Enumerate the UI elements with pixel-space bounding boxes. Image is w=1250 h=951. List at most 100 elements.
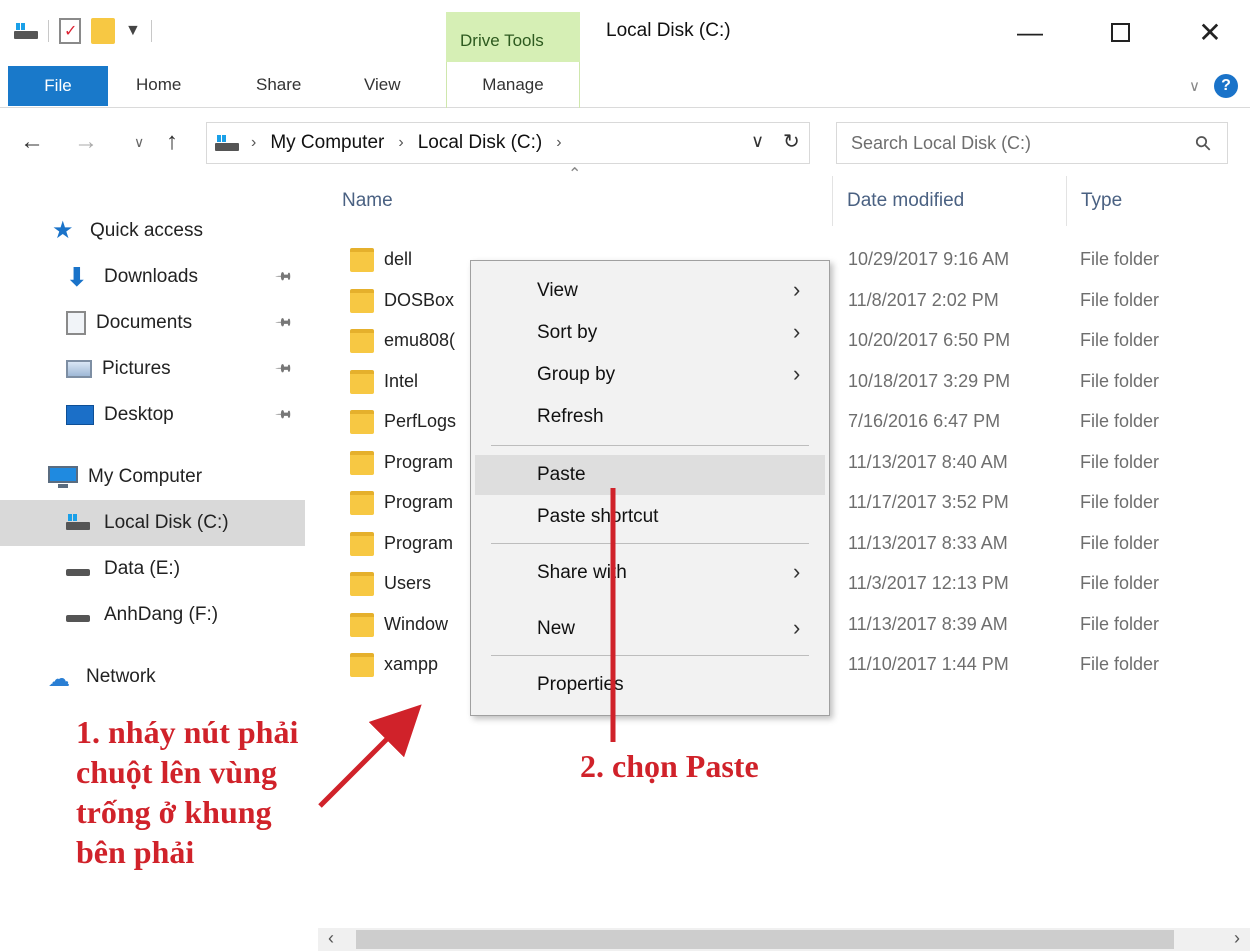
file-type: File folder: [1080, 492, 1160, 512]
toolbar-separator: [150, 20, 152, 42]
context-menu-item-paste-shortcut[interactable]: Paste shortcut: [475, 497, 825, 537]
tab-file[interactable]: File: [8, 66, 108, 106]
context-menu-item-properties[interactable]: Properties: [475, 665, 825, 705]
file-type: File folder: [1080, 573, 1160, 593]
context-menu-item-view[interactable]: View ›: [475, 271, 825, 311]
folder-icon: [350, 612, 374, 637]
properties-icon[interactable]: [59, 18, 81, 44]
up-arrow-icon[interactable]: ↑: [166, 128, 178, 156]
context-menu-item-new[interactable]: New ›: [475, 609, 825, 649]
breadcrumb-separator-icon[interactable]: ›: [556, 134, 561, 152]
nav-data-e[interactable]: Data (E:): [0, 546, 305, 592]
address-bar[interactable]: › My Computer › Local Disk (C:) › ∨ ↻: [206, 122, 810, 164]
help-icon[interactable]: ?: [1214, 74, 1238, 98]
pictures-icon: [66, 360, 92, 378]
context-menu-item-share-with[interactable]: Share with ›: [475, 553, 825, 593]
back-arrow-icon[interactable]: ←: [20, 128, 44, 156]
menu-item-label: Sort by: [537, 322, 598, 343]
file-date-modified: 10/20/2017 6:50 PM: [848, 330, 1011, 350]
maximize-icon: [1110, 22, 1130, 42]
horizontal-scrollbar[interactable]: ‹ ›: [318, 928, 1250, 951]
drive-icon: [215, 135, 239, 151]
tab-share[interactable]: Share: [256, 62, 301, 108]
context-menu-item-sort-by[interactable]: Sort by ›: [475, 313, 825, 353]
menu-item-label: New: [537, 618, 576, 639]
expand-ribbon-icon[interactable]: ∨: [1189, 77, 1200, 95]
nav-downloads[interactable]: ⬇ Downloads 🖈: [0, 254, 305, 300]
search-icon[interactable]: ⚲: [1190, 129, 1218, 157]
breadcrumb-my-computer[interactable]: My Computer: [270, 132, 384, 154]
menu-item-label: Share with: [537, 562, 627, 583]
file-date-modified: 7/16/2016 6:47 PM: [848, 411, 1001, 431]
minimize-button[interactable]: —: [1006, 12, 1054, 52]
tab-view[interactable]: View: [364, 62, 401, 108]
nav-desktop[interactable]: Desktop 🖈: [0, 392, 305, 438]
annotation-step-1: 1. nháy nút phải chuột lên vùng trống ở …: [76, 712, 406, 872]
context-menu-item-refresh[interactable]: Refresh: [475, 397, 825, 437]
pin-icon[interactable]: 🖈: [269, 355, 296, 382]
system-drive-icon: [66, 512, 94, 534]
maximize-button[interactable]: [1096, 12, 1144, 52]
new-folder-icon[interactable]: [91, 18, 115, 44]
computer-icon: [48, 466, 78, 488]
submenu-arrow-icon: ›: [793, 615, 801, 640]
column-header-type[interactable]: Type: [1066, 176, 1250, 226]
menu-item-label: Paste shortcut: [537, 506, 659, 527]
nav-my-computer[interactable]: My Computer: [0, 454, 305, 500]
context-menu-item-paste[interactable]: Paste: [475, 455, 825, 495]
quick-access-toolbar: ▼: [14, 18, 152, 44]
close-button[interactable]: ✕: [1186, 12, 1234, 52]
nav-label: Pictures: [102, 358, 171, 379]
file-name: dell: [384, 249, 413, 269]
nav-network[interactable]: ☁ Network: [0, 654, 305, 700]
scrollbar-thumb[interactable]: [356, 930, 1174, 949]
file-date-modified: 11/17/2017 3:52 PM: [848, 492, 1009, 512]
file-type: File folder: [1080, 411, 1160, 431]
column-header-date-modified[interactable]: Date modified: [832, 176, 1066, 226]
breadcrumb-separator-icon[interactable]: ›: [251, 134, 256, 152]
hard-drive-icon: [66, 558, 94, 580]
pin-icon[interactable]: 🖈: [269, 263, 296, 290]
customize-toolbar-dropdown-icon[interactable]: ▼: [125, 22, 141, 40]
file-date-modified: 10/29/2017 9:16 AM: [848, 249, 1010, 269]
file-name: Program: [384, 451, 454, 472]
scroll-right-icon[interactable]: ›: [1234, 928, 1240, 949]
network-icon: ☁: [48, 666, 70, 691]
column-header-name[interactable]: Name: [342, 176, 832, 226]
nav-anhdang-f[interactable]: AnhDang (F:): [0, 592, 305, 638]
nav-local-disk-c[interactable]: Local Disk (C:): [0, 500, 305, 546]
breadcrumb-separator-icon[interactable]: ›: [398, 134, 403, 152]
nav-label: Quick access: [90, 220, 203, 241]
submenu-arrow-icon: ›: [793, 277, 801, 302]
file-type: File folder: [1080, 370, 1160, 391]
menu-item-label: Properties: [537, 674, 624, 695]
file-date-modified: 11/13/2017 8:40 AM: [848, 451, 1008, 472]
search-input[interactable]: [851, 132, 1171, 154]
navigation-bar: ← → ∨ ↑ › My Computer › Local Disk (C:) …: [0, 118, 1250, 170]
forward-arrow-icon[interactable]: →: [74, 128, 98, 156]
title-bar: ▼ Drive Tools Local Disk (C:) — ✕: [0, 0, 1250, 62]
nav-quick-access[interactable]: ★ Quick access: [0, 208, 305, 254]
nav-pictures[interactable]: Pictures 🖈: [0, 346, 305, 392]
breadcrumb-local-disk[interactable]: Local Disk (C:): [418, 132, 543, 154]
drive-icon[interactable]: [14, 23, 38, 39]
nav-label: Documents: [96, 312, 193, 333]
tab-home[interactable]: Home: [136, 62, 181, 108]
hard-drive-icon: [66, 604, 94, 626]
refresh-icon[interactable]: ↻: [783, 129, 800, 154]
recent-locations-icon[interactable]: ∨: [134, 134, 144, 151]
search-box[interactable]: ⚲: [836, 122, 1228, 164]
pin-icon[interactable]: 🖈: [269, 309, 296, 336]
file-date-modified: 11/3/2017 12:13 PM: [848, 573, 1009, 593]
context-menu-item-group-by[interactable]: Group by ›: [475, 355, 825, 395]
submenu-arrow-icon: ›: [793, 319, 801, 344]
submenu-arrow-icon: ›: [793, 559, 801, 584]
tab-manage[interactable]: Manage: [446, 62, 580, 108]
nav-documents[interactable]: Documents 🖈: [0, 300, 305, 346]
scroll-left-icon[interactable]: ‹: [328, 928, 334, 949]
address-dropdown-icon[interactable]: ∨: [751, 131, 764, 152]
file-date-modified: 11/13/2017 8:33 AM: [848, 532, 1008, 553]
menu-separator: [491, 655, 809, 656]
pin-icon[interactable]: 🖈: [269, 401, 296, 428]
file-type: File folder: [1080, 451, 1160, 472]
